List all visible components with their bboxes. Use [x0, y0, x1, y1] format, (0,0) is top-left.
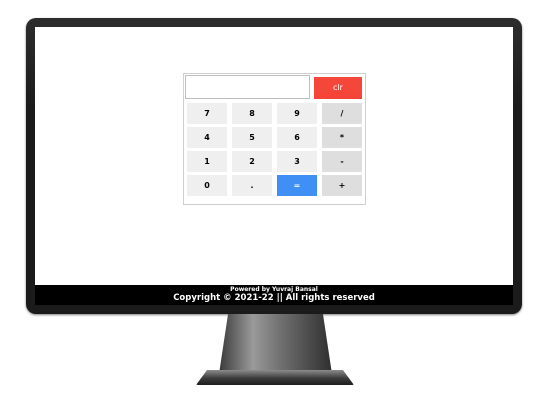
key-6[interactable]: 6: [277, 127, 317, 148]
clear-button[interactable]: clr: [314, 77, 362, 99]
screen: clr 7 8 9 / 4 5 6 * 1 2 3 - 0 . = + Powe…: [35, 27, 513, 305]
key-1[interactable]: 1: [187, 151, 227, 172]
monitor-stand-base: [196, 370, 354, 385]
calculator-display[interactable]: [185, 75, 310, 99]
key-5[interactable]: 5: [232, 127, 272, 148]
equals-button[interactable]: =: [277, 175, 317, 196]
key-add[interactable]: +: [322, 175, 362, 196]
key-divide[interactable]: /: [322, 103, 362, 124]
key-0[interactable]: 0: [187, 175, 227, 196]
keypad: 7 8 9 / 4 5 6 * 1 2 3 - 0 . = +: [187, 103, 363, 196]
monitor-stand-neck: [219, 314, 332, 374]
key-8[interactable]: 8: [232, 103, 272, 124]
key-9[interactable]: 9: [277, 103, 317, 124]
key-3[interactable]: 3: [277, 151, 317, 172]
key-multiply[interactable]: *: [322, 127, 362, 148]
copyright-text: Copyright © 2021-22 || All rights reserv…: [173, 293, 375, 303]
key-4[interactable]: 4: [187, 127, 227, 148]
key-2[interactable]: 2: [232, 151, 272, 172]
key-subtract[interactable]: -: [322, 151, 362, 172]
powered-by-text: Powered by Yuvraj Bansal: [230, 286, 318, 293]
footer: Powered by Yuvraj Bansal Copyright © 202…: [35, 285, 513, 305]
key-7[interactable]: 7: [187, 103, 227, 124]
key-decimal[interactable]: .: [232, 175, 272, 196]
calculator: clr 7 8 9 / 4 5 6 * 1 2 3 - 0 . = +: [183, 73, 366, 205]
monitor: clr 7 8 9 / 4 5 6 * 1 2 3 - 0 . = + Powe…: [26, 18, 522, 314]
